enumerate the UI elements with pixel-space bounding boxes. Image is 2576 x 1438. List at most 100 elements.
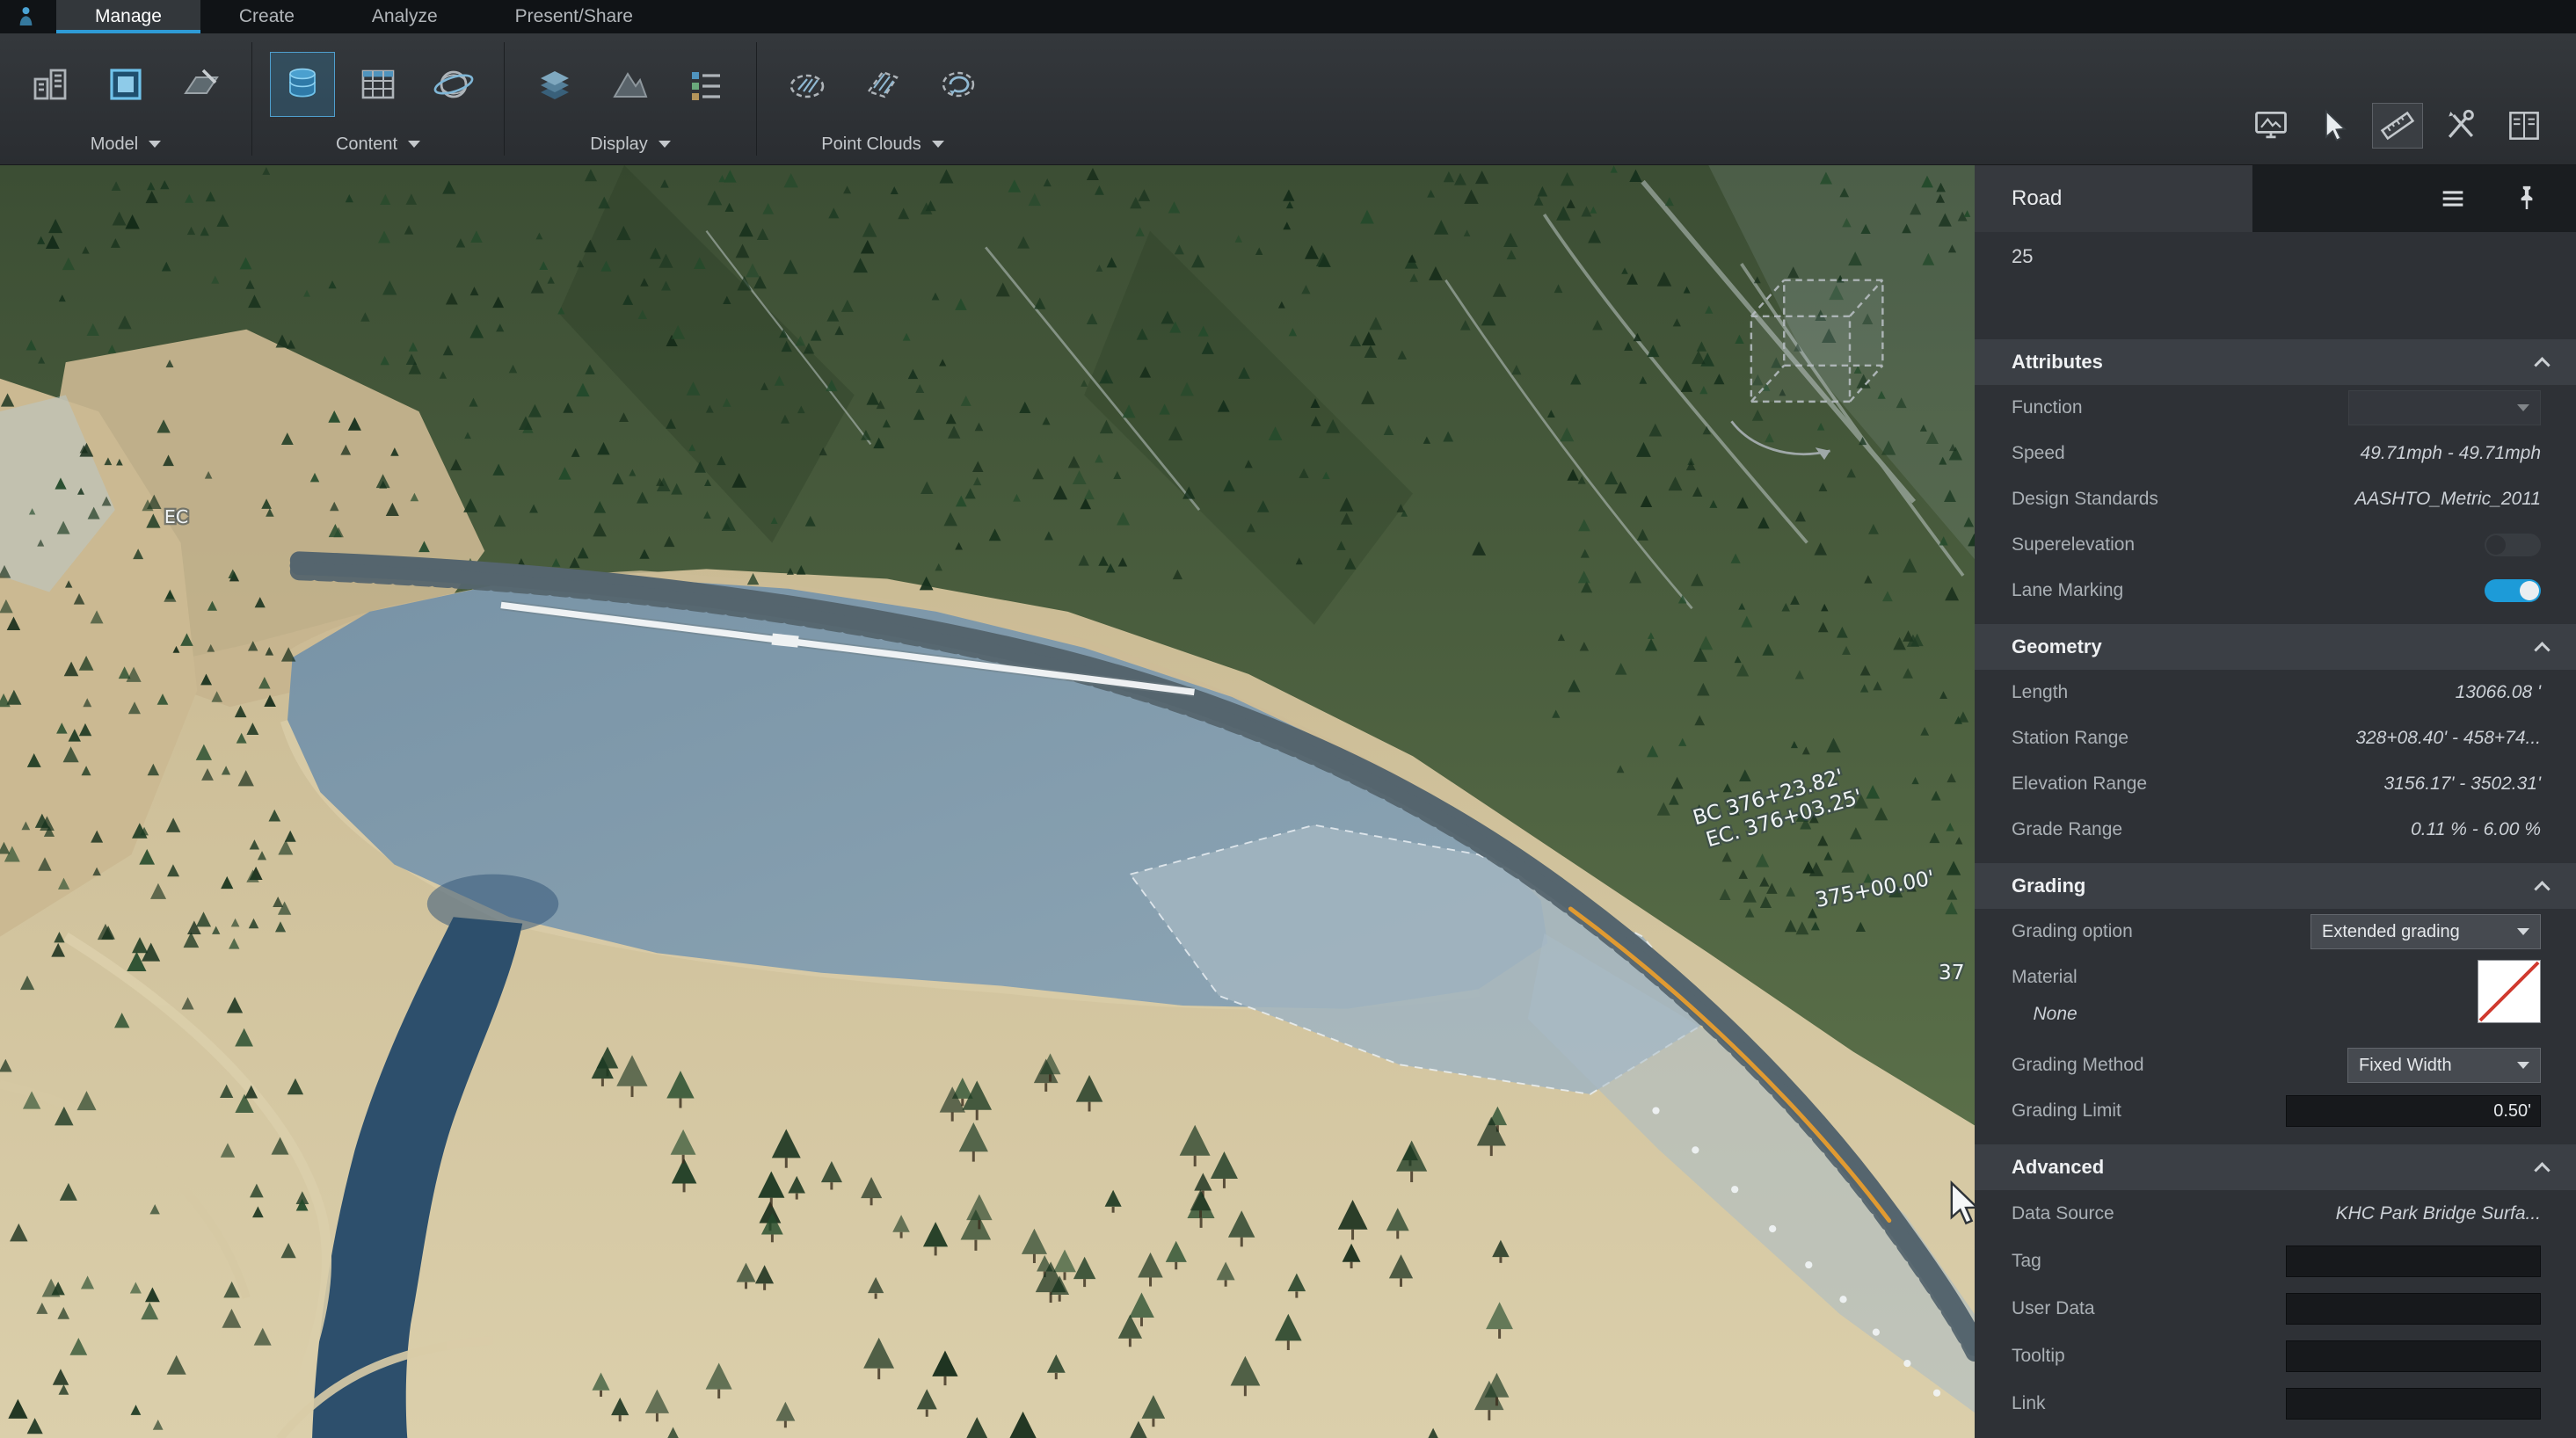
tab-create[interactable]: Create bbox=[200, 0, 333, 33]
app-logo-icon[interactable] bbox=[0, 0, 56, 33]
chevron-down-icon bbox=[2517, 404, 2529, 411]
tab-present-share[interactable]: Present/Share bbox=[477, 0, 672, 33]
grading-method-dropdown[interactable]: Fixed Width bbox=[2347, 1048, 2541, 1083]
function-label: Function bbox=[2012, 397, 2083, 418]
point-clouds-group-label: Point Clouds bbox=[821, 134, 921, 155]
function-dropdown[interactable] bbox=[2348, 390, 2541, 425]
terrain-icon[interactable] bbox=[598, 52, 663, 117]
material-swatch[interactable] bbox=[2478, 960, 2541, 1023]
material-label: Material bbox=[2012, 967, 2078, 988]
section-grading[interactable]: Grading bbox=[1975, 863, 2576, 909]
render-settings-icon[interactable] bbox=[2245, 103, 2296, 149]
row-design-standards: Design Standards AASHTO_Metric_2011 bbox=[1975, 476, 2576, 522]
proposals-icon[interactable] bbox=[93, 52, 158, 117]
model-group-dropdown[interactable]: Model bbox=[91, 127, 161, 161]
grading-option-dropdown[interactable]: Extended grading bbox=[2310, 914, 2541, 949]
model-explorer-globe-icon[interactable] bbox=[421, 52, 486, 117]
tools-icon[interactable] bbox=[2435, 103, 2486, 149]
model-group-label: Model bbox=[91, 134, 138, 155]
point-cloud-convert-icon[interactable] bbox=[926, 52, 991, 117]
viewport-scene: EC BC 376+23.82' EC. 376+03.25' 375+00.0… bbox=[0, 165, 1975, 1438]
select-cursor-icon[interactable] bbox=[2309, 103, 2360, 149]
user-data-label: User Data bbox=[2012, 1298, 2095, 1319]
chevron-up-icon bbox=[2534, 881, 2550, 897]
tag-input[interactable] bbox=[2286, 1246, 2541, 1277]
section-geometry[interactable]: Geometry bbox=[1975, 624, 2576, 670]
point-cloud-features-icon[interactable] bbox=[850, 52, 915, 117]
tooltip-input[interactable] bbox=[2286, 1340, 2541, 1372]
row-grade-range: Grade Range 0.11 % - 6.00 % bbox=[1975, 807, 2576, 853]
tag-label: Tag bbox=[2012, 1251, 2041, 1272]
grading-limit-input[interactable] bbox=[2286, 1095, 2541, 1127]
section-grading-title: Grading bbox=[2012, 875, 2085, 897]
row-user-data: User Data bbox=[1975, 1285, 2576, 1333]
design-standards-value: AASHTO_Metric_2011 bbox=[2354, 489, 2541, 510]
ribbon-toolbar: Model Content bbox=[0, 33, 2576, 165]
data-source-label: Data Source bbox=[2012, 1203, 2114, 1224]
section-attributes-title: Attributes bbox=[2012, 351, 2103, 374]
viewport-3d[interactable]: EC BC 376+23.82' EC. 376+03.25' 375+00.0… bbox=[0, 165, 1975, 1438]
grading-method-value: Fixed Width bbox=[2359, 1056, 2507, 1076]
side-panels-icon[interactable] bbox=[2499, 103, 2550, 149]
link-label: Link bbox=[2012, 1393, 2046, 1414]
chevron-down-icon bbox=[2517, 1062, 2529, 1069]
chevron-up-icon bbox=[2534, 642, 2550, 657]
chevron-up-icon bbox=[2534, 357, 2550, 373]
row-function: Function bbox=[1975, 385, 2576, 431]
superelevation-toggle[interactable] bbox=[2485, 534, 2541, 556]
data-sources-icon[interactable] bbox=[270, 52, 335, 117]
panel-header: Road bbox=[1975, 165, 2576, 232]
lane-marking-toggle[interactable] bbox=[2485, 579, 2541, 602]
panel-tab-road[interactable]: Road bbox=[1975, 165, 2252, 232]
panel-spacer bbox=[1975, 281, 2576, 339]
length-label: Length bbox=[2012, 682, 2068, 703]
link-input[interactable] bbox=[2286, 1388, 2541, 1420]
grading-option-label: Grading option bbox=[2012, 921, 2133, 942]
row-length: Length 13066.08 ' bbox=[1975, 670, 2576, 715]
chevron-down-icon bbox=[149, 141, 161, 148]
model-buildings-icon[interactable] bbox=[18, 52, 83, 117]
speed-value: 49.71mph - 49.71mph bbox=[2361, 443, 2541, 464]
grading-option-value: Extended grading bbox=[2322, 922, 2507, 942]
grading-limit-label: Grading Limit bbox=[2012, 1100, 2121, 1122]
section-attributes[interactable]: Attributes bbox=[1975, 339, 2576, 385]
content-group-dropdown[interactable]: Content bbox=[336, 127, 420, 161]
menu-icon[interactable] bbox=[2435, 181, 2470, 216]
grade-range-label: Grade Range bbox=[2012, 819, 2122, 840]
legend-icon[interactable] bbox=[673, 52, 739, 117]
station-label: 37 bbox=[1939, 960, 1965, 984]
row-speed: Speed 49.71mph - 49.71mph bbox=[1975, 431, 2576, 476]
speed-label: Speed bbox=[2012, 443, 2065, 464]
main-tabs: Manage Create Analyze Present/Share bbox=[56, 0, 672, 33]
data-source-value: KHC Park Bridge Surfa... bbox=[2336, 1203, 2541, 1224]
surface-layers-icon[interactable] bbox=[522, 52, 587, 117]
tab-manage[interactable]: Manage bbox=[56, 0, 200, 33]
measure-icon[interactable] bbox=[2372, 103, 2423, 149]
ribbon-group-model: Model bbox=[0, 33, 251, 164]
grade-range-value: 0.11 % - 6.00 % bbox=[2411, 819, 2541, 840]
app-window: Manage Create Analyze Present/Share Mode… bbox=[0, 0, 2576, 1438]
row-tag: Tag bbox=[1975, 1238, 2576, 1285]
section-geometry-title: Geometry bbox=[2012, 635, 2102, 658]
station-range-label: Station Range bbox=[2012, 728, 2128, 749]
toggle-knob bbox=[2520, 581, 2539, 600]
row-link: Link bbox=[1975, 1380, 2576, 1427]
point-clouds-group-dropdown[interactable]: Point Clouds bbox=[821, 127, 943, 161]
user-data-input[interactable] bbox=[2286, 1293, 2541, 1325]
ribbon-group-point-clouds: Point Clouds bbox=[757, 33, 1008, 164]
chevron-up-icon bbox=[2534, 1162, 2550, 1178]
coverages-icon[interactable] bbox=[169, 52, 234, 117]
chevron-down-icon bbox=[2517, 928, 2529, 935]
tab-analyze[interactable]: Analyze bbox=[333, 0, 477, 33]
point-cloud-terrain-icon[interactable] bbox=[775, 52, 840, 117]
data-table-icon[interactable] bbox=[346, 52, 411, 117]
row-lane-marking: Lane Marking bbox=[1975, 568, 2576, 614]
pin-icon[interactable] bbox=[2509, 181, 2544, 216]
display-group-dropdown[interactable]: Display bbox=[590, 127, 671, 161]
elevation-range-label: Elevation Range bbox=[2012, 773, 2147, 795]
panel-title: Road bbox=[2012, 186, 2062, 211]
section-advanced[interactable]: Advanced bbox=[1975, 1144, 2576, 1190]
superelevation-label: Superelevation bbox=[2012, 534, 2135, 556]
station-label: EC bbox=[164, 506, 188, 527]
lane-marking-label: Lane Marking bbox=[2012, 580, 2123, 601]
